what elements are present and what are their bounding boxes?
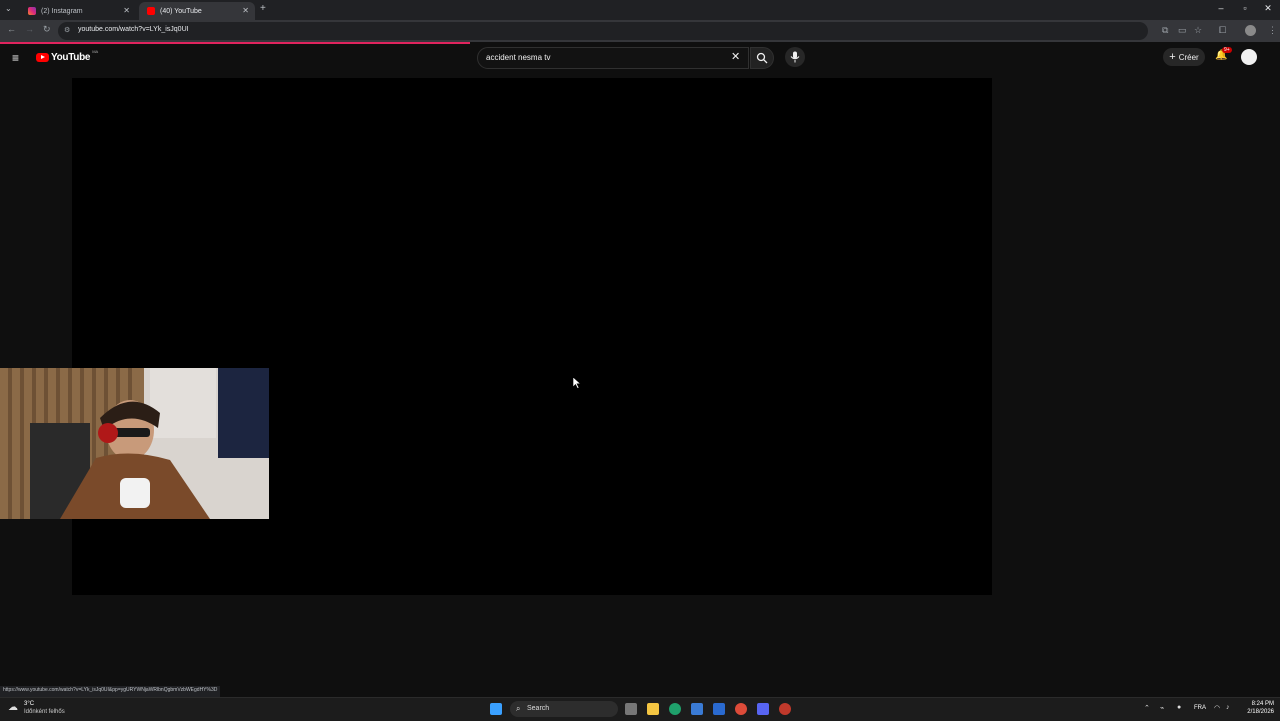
search-icon <box>756 52 768 64</box>
tab-title: (40) YouTube <box>160 7 202 15</box>
url-text[interactable]: youtube.com/watch?v=LYk_isJq0UI <box>78 26 189 33</box>
browser-tab-strip: ⌄ (2) Instagram ✕ (40) YouTube ✕ + – ▫ ✕ <box>0 0 1280 20</box>
reload-button[interactable]: ↻ <box>43 24 51 35</box>
app-icon[interactable] <box>779 703 791 715</box>
hamburger-menu-icon[interactable]: ≡ <box>12 51 19 65</box>
windows-taskbar: ☁ 3°C Időnként felhős ⌕ Search ⌃ ⌁ ● FRA… <box>0 697 1280 721</box>
notification-badge: 9+ <box>1222 47 1232 53</box>
browser-toolbar: ← → ↻ ⚙ youtube.com/watch?v=LYk_isJq0UI … <box>0 20 1280 42</box>
back-button[interactable]: ← <box>7 24 16 34</box>
plus-icon: + <box>1169 51 1176 63</box>
tab-close-icon[interactable]: ✕ <box>242 6 249 15</box>
language-indicator[interactable]: FRA <box>1194 705 1206 711</box>
youtube-play-icon <box>36 53 49 62</box>
webcam-overlay <box>0 368 269 519</box>
chrome-icon[interactable] <box>735 703 747 715</box>
weather-description[interactable]: Időnként felhős <box>24 709 65 715</box>
voice-search-button[interactable] <box>785 47 805 67</box>
network-icon[interactable]: ⌁ <box>1160 704 1164 712</box>
search-input[interactable]: accident nesma tv <box>477 47 749 69</box>
mail-icon[interactable] <box>713 703 725 715</box>
youtube-wordmark: YouTube <box>51 52 91 63</box>
site-info-icon[interactable]: ⚙ <box>64 26 70 34</box>
microphone-tray-icon[interactable]: ● <box>1177 704 1181 711</box>
close-window-button[interactable]: ✕ <box>1261 3 1275 14</box>
address-bar[interactable]: ⚙ youtube.com/watch?v=LYk_isJq0UI <box>58 22 1148 40</box>
tab-youtube[interactable]: (40) YouTube ✕ <box>139 2 255 20</box>
webcam-feed-image <box>0 368 269 519</box>
microphone-icon <box>790 51 800 63</box>
store-icon[interactable] <box>691 703 703 715</box>
youtube-masthead: ≡ YouTube MA accident nesma tv ✕ + Créer… <box>0 44 1280 76</box>
bookmark-star-icon[interactable]: ☆ <box>1194 25 1202 36</box>
wifi-icon[interactable]: ◠ <box>1214 704 1220 712</box>
clear-search-icon[interactable]: ✕ <box>731 50 740 63</box>
create-label: Créer <box>1178 52 1199 62</box>
country-code: MA <box>92 49 99 54</box>
search-query[interactable]: accident nesma tv <box>486 53 550 62</box>
weather-temperature[interactable]: 3°C <box>24 701 34 707</box>
edge-icon[interactable] <box>669 703 681 715</box>
file-explorer-icon[interactable] <box>647 703 659 715</box>
create-button[interactable]: + Créer <box>1163 48 1205 66</box>
youtube-icon <box>147 7 155 15</box>
browser-menu-icon[interactable]: ⋮ <box>1268 25 1277 36</box>
restore-button[interactable]: ▫ <box>1238 3 1252 13</box>
forward-button[interactable]: → <box>25 24 34 34</box>
clock-time[interactable]: 8:24 PM <box>1244 701 1274 707</box>
youtube-logo[interactable]: YouTube MA <box>36 49 99 63</box>
extensions-icon[interactable]: ⧠ <box>1219 25 1226 36</box>
tray-overflow-icon[interactable]: ⌃ <box>1144 704 1150 712</box>
weather-icon[interactable]: ☁ <box>8 702 18 713</box>
status-link-preview: https://www.youtube.com/watch?v=LYk_isJq… <box>0 686 221 697</box>
minimize-button[interactable]: – <box>1214 3 1228 13</box>
cast-icon[interactable]: ▭ <box>1178 25 1187 36</box>
account-avatar[interactable] <box>1241 49 1257 65</box>
task-view-icon[interactable] <box>625 703 637 715</box>
tab-instagram[interactable]: (2) Instagram ✕ <box>20 2 136 20</box>
search-button[interactable] <box>750 47 774 69</box>
search-icon: ⌕ <box>516 704 521 713</box>
taskbar-search-label: Search <box>527 705 550 712</box>
translate-icon[interactable]: ⧉ <box>1162 25 1168 36</box>
tab-close-icon[interactable]: ✕ <box>123 6 130 15</box>
instagram-icon <box>28 7 36 15</box>
clock-date[interactable]: 2/18/2026 <box>1240 709 1274 715</box>
discord-icon[interactable] <box>757 703 769 715</box>
volume-icon[interactable]: ♪ <box>1226 704 1230 711</box>
tab-search-icon[interactable]: ⌄ <box>5 4 12 13</box>
profile-avatar[interactable] <box>1245 25 1256 36</box>
tab-title: (2) Instagram <box>41 7 83 15</box>
mouse-cursor-icon <box>573 377 581 389</box>
new-tab-button[interactable]: + <box>260 3 266 14</box>
taskbar-search-box[interactable]: ⌕ Search <box>510 701 618 717</box>
windows-start-icon[interactable] <box>490 703 502 715</box>
